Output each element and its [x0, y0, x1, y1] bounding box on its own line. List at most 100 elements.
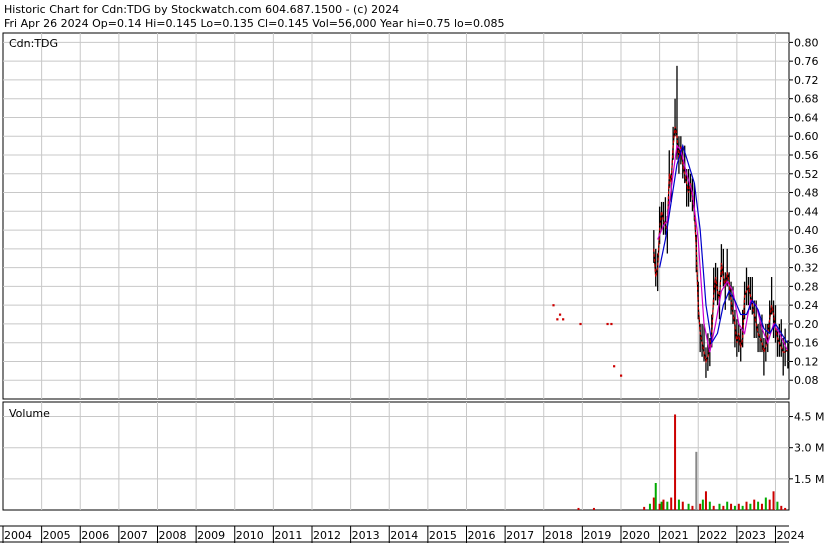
volume-bar: [760, 503, 763, 510]
volume-tick-label: 3.0 M: [794, 442, 824, 455]
volume-bar: [737, 503, 740, 510]
x-axis-year-label: 2024: [776, 529, 804, 542]
volume-bar: [643, 506, 646, 510]
volume-bar: [718, 503, 721, 510]
x-axis-year-label: 2010: [236, 529, 264, 542]
price-tick-label: 0.24: [794, 299, 819, 312]
x-axis-year-label: 2005: [43, 529, 71, 542]
volume-bar: [784, 507, 787, 510]
price-point: [579, 322, 582, 326]
volume-bar: [712, 505, 715, 510]
price-tick-label: 0.60: [794, 130, 819, 143]
price-tick-label: 0.36: [794, 243, 819, 256]
volume-bar: [662, 499, 665, 510]
chart-header-title: Historic Chart for Cdn:TDG by Stockwatch…: [4, 3, 399, 16]
x-axis-year-label: 2019: [583, 529, 611, 542]
volume-bar: [708, 501, 711, 510]
price-point: [606, 322, 609, 326]
x-axis-year-label: 2004: [4, 529, 32, 542]
volume-bar: [733, 505, 736, 510]
volume-bar: [741, 505, 744, 510]
volume-panel: 4.5 M 3.0 M 1.5 M Volume: [2, 401, 824, 511]
volume-bar: [722, 505, 725, 510]
volume-bar: [780, 505, 783, 510]
volume-bar: [666, 501, 669, 510]
price-point: [562, 318, 565, 321]
price-point: [556, 318, 559, 321]
volume-panel-frame: [2, 401, 790, 511]
volume-bar: [648, 503, 651, 510]
chart-header-quote: Fri Apr 26 2024 Op=0.14 Hi=0.145 Lo=0.13…: [4, 17, 504, 30]
chart-canvas: Historic Chart for Cdn:TDG by Stockwatch…: [0, 0, 830, 543]
x-axis-year-label: 2009: [197, 529, 225, 542]
volume-bar: [768, 499, 771, 510]
price-point: [558, 313, 562, 316]
volume-bar: [654, 483, 657, 510]
volume-bar: [757, 501, 760, 510]
volume-bar: [699, 503, 702, 510]
volume-bar: [592, 507, 595, 510]
volume-bar: [670, 497, 673, 510]
price-point: [619, 374, 623, 377]
volume-bar: [691, 505, 694, 510]
price-tick-label: 0.72: [794, 74, 819, 87]
volume-bar: [749, 503, 752, 510]
price-tick-label: 0.56: [794, 149, 819, 162]
x-axis-year-label: 2013: [352, 529, 380, 542]
x-axis-year-label: 2017: [506, 529, 534, 542]
price-panel-frame: [2, 32, 790, 400]
stock-chart: Historic Chart for Cdn:TDG by Stockwatch…: [0, 0, 830, 543]
price-point: [552, 304, 555, 307]
x-axis-year-label: 2016: [467, 529, 495, 542]
volume-bar: [730, 503, 733, 510]
x-axis-year-label: 2023: [738, 529, 766, 542]
x-axis-year-label: 2022: [699, 529, 727, 542]
ticker-label: Cdn:TDG: [9, 37, 58, 50]
price-tick-label: 0.80: [794, 36, 819, 49]
volume-bar: [701, 499, 704, 510]
x-axis-year-label: 2007: [120, 529, 148, 542]
price-tick-label: 0.68: [794, 93, 819, 106]
volume-bar: [577, 507, 580, 510]
volume-bar: [772, 491, 775, 510]
volume-bar: [674, 414, 677, 510]
x-axis-year-label: 2021: [661, 529, 689, 542]
price-tick-label: 0.16: [794, 337, 819, 350]
volume-bar: [660, 501, 663, 510]
volume-bar: [776, 501, 779, 510]
x-axis-year-label: 2020: [622, 529, 650, 542]
x-axis: 2004 2005 2006 2007 2008 2009 2010 2011 2012 2013…: [0, 525, 804, 543]
volume-bar: [745, 501, 748, 510]
x-axis-year-label: 2018: [545, 529, 573, 542]
price-tick-label: 0.28: [794, 280, 819, 293]
volume-bar: [695, 451, 698, 510]
price-point: [613, 365, 616, 368]
x-axis-year-label: 2012: [313, 529, 341, 542]
price-tick-label: 0.08: [794, 374, 819, 387]
volume-bar: [764, 497, 767, 510]
price-tick-label: 0.52: [794, 168, 819, 181]
x-axis-year-label: 2006: [81, 529, 109, 542]
x-axis-year-label: 2008: [158, 529, 186, 542]
volume-bar: [753, 499, 756, 510]
price-tick-label: 0.44: [794, 205, 819, 218]
price-tick-label: 0.12: [794, 355, 819, 368]
volume-bar: [658, 503, 661, 510]
price-tick-label: 0.40: [794, 224, 819, 237]
volume-bar: [677, 499, 680, 510]
volume-bar: [681, 501, 684, 510]
price-tick-label: 0.76: [794, 55, 819, 68]
price-tick-label: 0.48: [794, 187, 819, 200]
volume-bar: [687, 503, 690, 510]
price-tick-label: 0.64: [794, 111, 819, 124]
volume-bar: [704, 491, 707, 510]
volume-bar: [652, 497, 655, 510]
x-axis-year-label: 2014: [390, 529, 418, 542]
x-axis-year-label: 2011: [274, 529, 302, 542]
x-axis-year-label: 2015: [429, 529, 457, 542]
price-tick-label: 0.20: [794, 318, 819, 331]
price-tick-label: 0.32: [794, 262, 819, 275]
volume-tick-label: 1.5 M: [794, 473, 824, 486]
price-panel: 0.80 0.76 0.72 0.68 0.64 0.60 0.56 0.52 0.48 0.44…: [2, 32, 819, 400]
volume-tick-label: 4.5 M: [794, 411, 824, 424]
